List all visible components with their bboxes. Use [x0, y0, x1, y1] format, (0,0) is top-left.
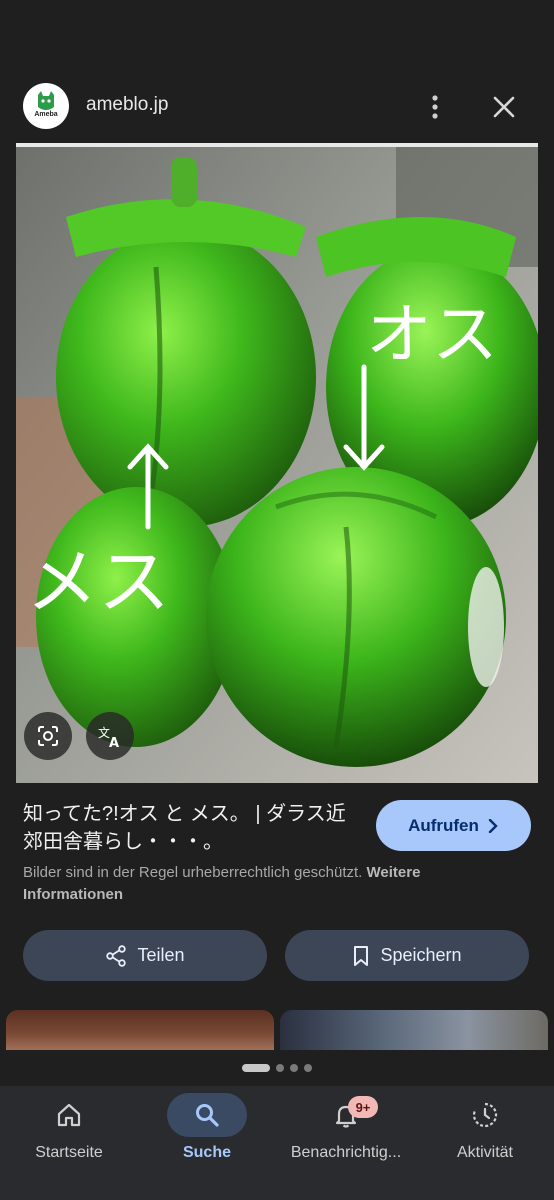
- lens-button[interactable]: [24, 712, 72, 760]
- bookmark-icon: [354, 945, 369, 966]
- translate-icon: 文 A: [98, 725, 119, 748]
- nav-label-home: Startseite: [35, 1144, 103, 1161]
- share-button[interactable]: Teilen: [23, 930, 267, 981]
- more-options-icon[interactable]: [420, 92, 450, 122]
- close-icon[interactable]: [487, 90, 521, 124]
- logo-text: Ameba: [34, 111, 58, 118]
- page-indicator: [0, 1064, 554, 1072]
- nav-item-search[interactable]: Suche: [138, 1086, 276, 1200]
- nav-label-notifications: Benachrichtig...: [290, 1144, 402, 1161]
- nav-label-activity: Aktivität: [456, 1144, 513, 1161]
- home-icon: [57, 1103, 81, 1127]
- overlay-text-osu: オス: [366, 296, 498, 373]
- save-button[interactable]: Speichern: [285, 930, 529, 981]
- related-image-thumbnail[interactable]: [280, 1010, 548, 1050]
- page-dot: [290, 1064, 298, 1072]
- visit-button-label: Aufrufen: [408, 815, 479, 835]
- page-dot: [276, 1064, 284, 1072]
- translate-button[interactable]: 文 A: [86, 712, 134, 760]
- page-dot-active: [242, 1064, 270, 1072]
- overlay-text-mesu: メス: [26, 540, 170, 624]
- nav-item-home[interactable]: Startseite: [0, 1086, 138, 1200]
- save-label: Speichern: [380, 945, 462, 965]
- copyright-notice: Bilder sind in der Regel urheberrechtlic…: [23, 862, 523, 906]
- nav-label-search: Suche: [182, 1144, 231, 1161]
- main-image[interactable]: オス メス: [16, 143, 538, 783]
- search-icon: [196, 1104, 219, 1127]
- share-label: Teilen: [137, 945, 185, 965]
- image-viewer: Ameba ameblo.jp オス メス 文 A 知ってた?!オス と メス。…: [0, 0, 554, 1200]
- chevron-right-icon: [488, 818, 498, 833]
- related-image-thumbnail[interactable]: [6, 1010, 274, 1050]
- ameba-logo[interactable]: Ameba: [23, 83, 69, 129]
- share-icon: [106, 944, 127, 967]
- svg-text:A: A: [109, 736, 119, 748]
- image-source-header: Ameba ameblo.jp: [0, 80, 554, 134]
- nav-item-activity[interactable]: Aktivität: [416, 1086, 554, 1200]
- site-domain[interactable]: ameblo.jp: [86, 94, 168, 116]
- page-dot: [304, 1064, 312, 1072]
- bottom-navigation: Startseite Suche Benachrichtig... Aktivi…: [0, 1086, 554, 1200]
- lens-icon: [38, 726, 58, 746]
- visit-button[interactable]: Aufrufen: [376, 800, 531, 851]
- notification-badge: 9+: [348, 1096, 378, 1118]
- copyright-text: Bilder sind in der Regel urheberrechtlic…: [23, 864, 363, 881]
- result-title[interactable]: 知ってた?!オス と メス。 | ダラス近郊田舎暮らし・・・。: [23, 800, 358, 856]
- activity-icon: [472, 1102, 498, 1128]
- nav-item-notifications[interactable]: Benachrichtig...: [277, 1086, 415, 1200]
